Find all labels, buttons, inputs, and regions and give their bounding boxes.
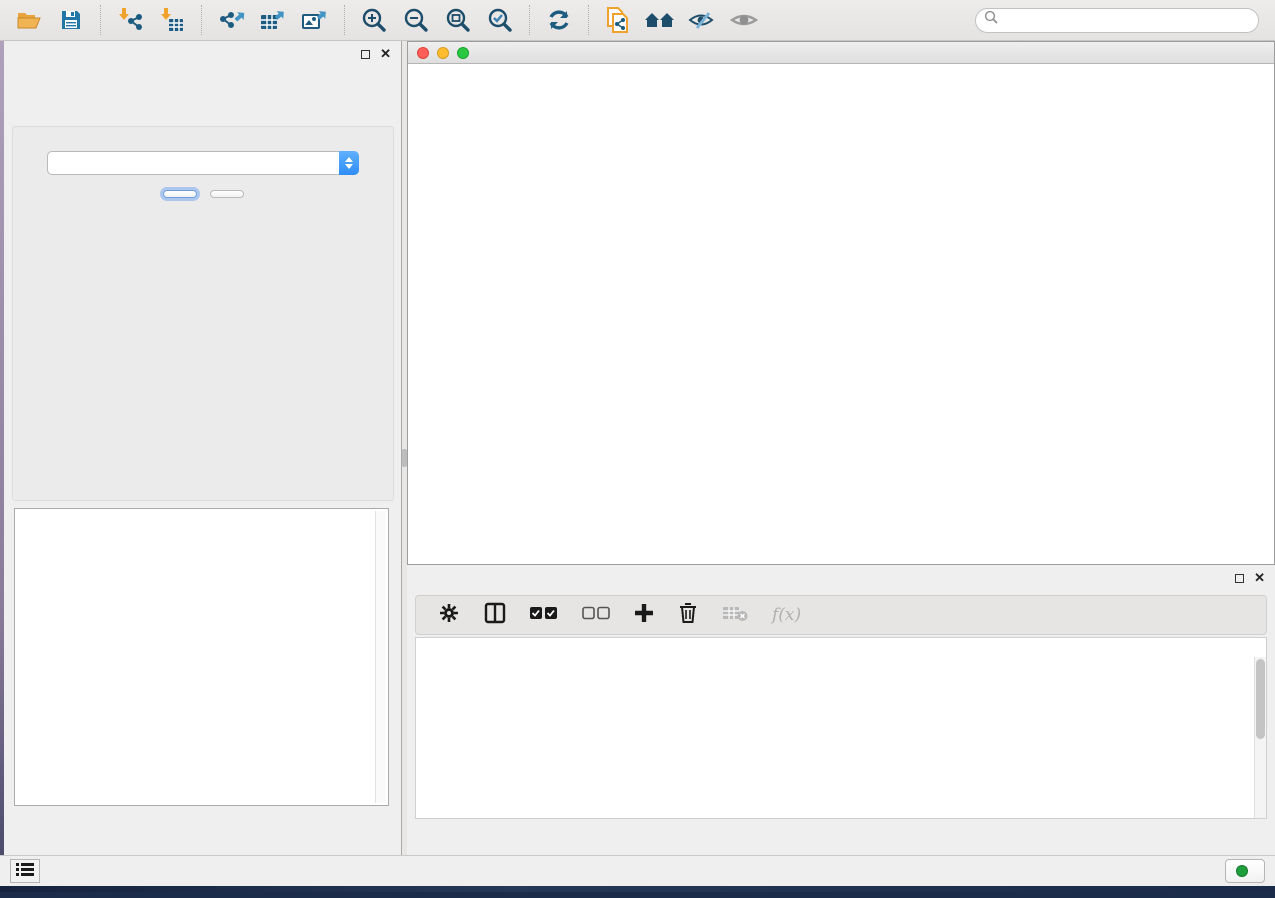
show-columns-button[interactable]	[484, 602, 506, 629]
splitter-grip[interactable]	[402, 449, 407, 467]
network-canvas[interactable]	[408, 64, 1274, 564]
memory-status-icon	[1236, 865, 1248, 877]
columns-icon	[484, 602, 506, 629]
delete-table-icon	[722, 604, 748, 627]
panel-splitter[interactable]	[402, 41, 407, 861]
unchecked-boxes-icon	[582, 606, 610, 625]
houses-icon	[644, 8, 676, 32]
duplicate-network-icon	[605, 6, 631, 34]
status-bar	[0, 855, 1275, 886]
optimization-criterion-dropdown[interactable]	[47, 151, 359, 175]
eye-slash-icon	[687, 8, 717, 32]
close-window-icon[interactable]	[417, 47, 429, 59]
import-table-button[interactable]	[157, 5, 187, 35]
export-image-button[interactable]	[300, 5, 330, 35]
search-input[interactable]	[999, 13, 1250, 27]
export-network-button[interactable]	[216, 5, 246, 35]
zoom-fit-icon	[445, 7, 471, 33]
export-table-button[interactable]	[258, 5, 288, 35]
table-scrollbar[interactable]	[1254, 657, 1266, 818]
minimize-window-icon[interactable]	[437, 47, 449, 59]
first-neighbors-button[interactable]	[645, 5, 675, 35]
run-mcds-button[interactable]	[163, 190, 197, 198]
trash-icon	[678, 602, 698, 629]
show-eye-button[interactable]	[729, 5, 759, 35]
list-icon	[16, 862, 34, 881]
save-icon	[60, 9, 82, 31]
zoom-in-icon	[361, 7, 387, 33]
dropdown-stepper-icon	[339, 151, 359, 175]
plus-icon	[634, 603, 654, 628]
export-network-icon	[217, 7, 245, 33]
import-network-icon	[117, 7, 143, 33]
table-scrollbar-thumb[interactable]	[1256, 659, 1265, 739]
memory-button[interactable]	[1225, 859, 1265, 883]
control-panel-titlebar: ✕	[4, 41, 401, 67]
network-window-titlebar[interactable]	[408, 42, 1274, 64]
zoom-in-button[interactable]	[359, 5, 389, 35]
import-network-button[interactable]	[115, 5, 145, 35]
open-folder-icon	[16, 9, 42, 31]
control-panel: ✕	[4, 41, 402, 861]
main-toolbar	[0, 0, 1275, 41]
mcds-tab-content	[12, 126, 394, 501]
desktop-wallpaper-left	[0, 41, 4, 861]
checked-boxes-icon	[530, 606, 558, 625]
save-session-button[interactable]	[56, 5, 86, 35]
table-toolbar: f(x)	[415, 595, 1267, 635]
table-panel: ✕	[407, 565, 1275, 861]
hide-panel-button[interactable]	[687, 5, 717, 35]
zoom-out-button[interactable]	[401, 5, 431, 35]
maximize-window-icon[interactable]	[457, 47, 469, 59]
deselect-all-button[interactable]	[582, 606, 610, 625]
mcds-result-list[interactable]	[23, 513, 374, 803]
eye-icon	[729, 8, 759, 32]
zoom-selected-icon	[487, 7, 513, 33]
zoom-out-icon	[403, 7, 429, 33]
duplicate-network-button[interactable]	[603, 5, 633, 35]
delete-table-button-disabled	[722, 604, 748, 627]
zoom-fit-button[interactable]	[443, 5, 473, 35]
gear-icon	[438, 602, 460, 629]
float-panel-icon[interactable]	[361, 50, 370, 59]
close-table-panel-icon[interactable]: ✕	[1254, 573, 1265, 583]
table-panel-titlebar: ✕	[407, 565, 1275, 591]
float-table-panel-icon[interactable]	[1235, 574, 1244, 583]
application-window: ✕	[0, 0, 1275, 892]
select-all-button[interactable]	[530, 606, 558, 625]
zoom-selected-button[interactable]	[485, 5, 515, 35]
task-history-button[interactable]	[10, 859, 40, 883]
open-file-button[interactable]	[14, 5, 44, 35]
network-view-window	[407, 41, 1275, 565]
delete-column-button[interactable]	[678, 602, 698, 629]
desktop-wallpaper-bottom	[0, 886, 1275, 892]
export-image-icon	[301, 7, 329, 33]
function-builder-button-disabled: f(x)	[772, 605, 801, 625]
refresh-layout-button[interactable]	[544, 5, 574, 35]
close-panel-icon[interactable]: ✕	[380, 49, 391, 59]
close-panel-button[interactable]	[210, 190, 244, 198]
create-column-button[interactable]	[634, 603, 654, 628]
mcds-result-scrollbar[interactable]	[375, 511, 386, 803]
refresh-icon	[546, 7, 572, 33]
network-search-box[interactable]	[975, 8, 1259, 33]
mcds-result-groupbox	[14, 508, 389, 806]
node-table	[415, 637, 1267, 819]
search-icon	[984, 10, 999, 30]
table-settings-button[interactable]	[438, 602, 460, 629]
export-table-icon	[259, 7, 287, 33]
import-table-icon	[159, 7, 185, 33]
